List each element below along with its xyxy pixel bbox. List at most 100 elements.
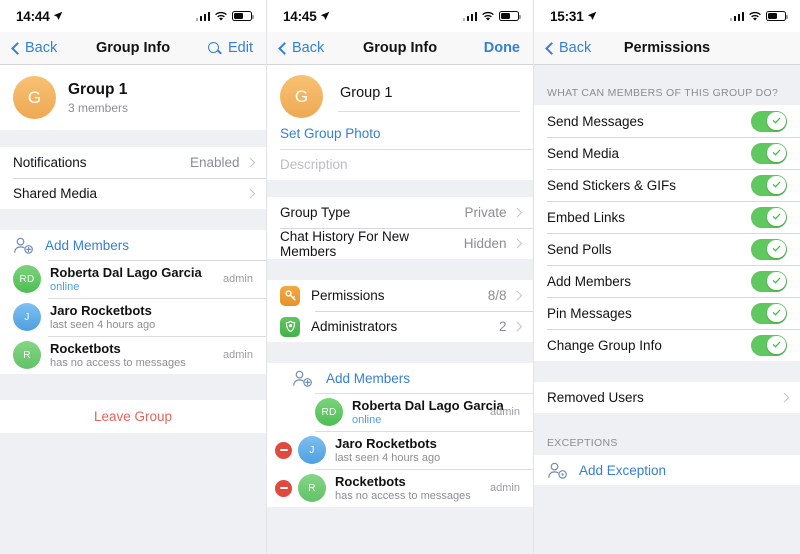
- permission-toggle[interactable]: [751, 142, 787, 164]
- permission-label: Send Stickers & GIFs: [547, 177, 677, 193]
- member-row[interactable]: RD Roberta Dal Lago Garcia online admin: [267, 393, 533, 431]
- set-group-photo-button[interactable]: Set Group Photo: [267, 118, 533, 149]
- member-status: last seen 4 hours ago: [50, 319, 156, 331]
- group-settings-section: Group Type Private Chat History For New …: [267, 197, 533, 259]
- row-permissions[interactable]: Permissions 8/8: [267, 280, 533, 311]
- content-area: WHAT CAN MEMBERS OF THIS GROUP DO? Send …: [534, 65, 800, 554]
- member-name: Jaro Rocketbots: [335, 436, 437, 451]
- check-icon: [772, 246, 781, 252]
- row-label: Administrators: [311, 319, 398, 334]
- add-exception-button[interactable]: Add Exception: [534, 455, 800, 485]
- section-gap: [267, 259, 533, 280]
- member-row[interactable]: R Rocketbots has no access to messages a…: [267, 469, 533, 507]
- add-members-label: Add Members: [45, 237, 130, 253]
- edit-button[interactable]: Edit: [228, 40, 253, 56]
- row-value: 8/8: [487, 288, 507, 303]
- permission-row-send-polls[interactable]: Send Polls: [534, 233, 800, 265]
- search-icon[interactable]: [208, 41, 221, 55]
- section-gap: [0, 209, 266, 230]
- wifi-icon: [215, 11, 227, 21]
- permission-toggle[interactable]: [751, 334, 787, 356]
- permission-label: Pin Messages: [547, 305, 632, 321]
- avatar: RD: [315, 398, 343, 426]
- permission-row-embed-links[interactable]: Embed Links: [534, 201, 800, 233]
- back-button[interactable]: Back: [278, 40, 324, 56]
- member-row[interactable]: RD Roberta Dal Lago Garcia online admin: [0, 260, 266, 298]
- row-group-type[interactable]: Group Type Private: [267, 197, 533, 228]
- chevron-right-icon: [512, 238, 522, 249]
- back-button[interactable]: Back: [11, 40, 57, 56]
- member-status: has no access to messages: [50, 357, 186, 369]
- cellular-signal-icon: [195, 11, 210, 21]
- content-area: G Group 1 3 members Notifications Enable…: [0, 65, 266, 554]
- member-row[interactable]: J Jaro Rocketbots last seen 4 hours ago: [267, 431, 533, 469]
- status-bar-indicators: [462, 11, 522, 22]
- row-administrators[interactable]: Administrators 2: [267, 311, 533, 342]
- description-input[interactable]: Description: [267, 149, 533, 180]
- check-icon: [772, 118, 781, 124]
- permission-toggle[interactable]: [751, 270, 787, 292]
- row-removed-users[interactable]: Removed Users: [534, 382, 800, 413]
- status-time: 15:31: [550, 8, 584, 24]
- done-button[interactable]: Done: [484, 40, 520, 56]
- check-icon: [772, 342, 781, 348]
- permission-toggle[interactable]: [751, 206, 787, 228]
- permission-label: Change Group Info: [547, 337, 662, 353]
- status-bar-indicators: [729, 11, 789, 22]
- remove-member-button[interactable]: [275, 441, 292, 459]
- section-gap: [534, 65, 800, 79]
- group-header[interactable]: G Group 1 3 members: [0, 65, 266, 130]
- permission-row-pin-messages[interactable]: Pin Messages: [534, 297, 800, 329]
- permission-toggle[interactable]: [751, 174, 787, 196]
- permission-row-change-group-info[interactable]: Change Group Info: [534, 329, 800, 361]
- person-add-icon: [293, 370, 312, 387]
- back-button[interactable]: Back: [545, 40, 591, 56]
- row-label: Removed Users: [547, 390, 644, 405]
- member-name: Roberta Dal Lago Garcia: [352, 398, 504, 413]
- content-area: G Group 1 Set Group Photo Description Gr…: [267, 65, 533, 554]
- permission-row-send-stickers-gifs[interactable]: Send Stickers & GIFs: [534, 169, 800, 201]
- chevron-left-icon: [545, 41, 558, 55]
- permission-row-send-media[interactable]: Send Media: [534, 137, 800, 169]
- row-shared-media[interactable]: Shared Media: [0, 178, 266, 209]
- permission-label: Send Messages: [547, 113, 644, 129]
- add-members-label: Add Members: [326, 370, 411, 386]
- group-name: Group 1: [68, 80, 128, 98]
- wifi-icon: [749, 11, 761, 21]
- status-bar-time-group: 14:45: [283, 9, 330, 24]
- permission-toggle[interactable]: [751, 302, 787, 324]
- row-notifications[interactable]: Notifications Enabled: [0, 147, 266, 178]
- permission-toggle[interactable]: [751, 238, 787, 260]
- add-members-button[interactable]: Add Members: [0, 230, 266, 260]
- status-bar: 14:45: [267, 0, 533, 32]
- section-gap: [534, 413, 800, 429]
- removed-users-section: Removed Users: [534, 382, 800, 413]
- group-name-input[interactable]: Group 1: [338, 81, 520, 112]
- permission-label: Add Members: [547, 273, 632, 289]
- avatar: G: [13, 76, 56, 119]
- member-row[interactable]: R Rocketbots has no access to messages a…: [0, 336, 266, 374]
- management-section: Permissions 8/8 Administrators 2: [267, 280, 533, 342]
- status-bar-time-group: 15:31: [550, 9, 597, 24]
- group-members-count: 3 members: [68, 100, 129, 115]
- member-row[interactable]: J Jaro Rocketbots last seen 4 hours ago: [0, 298, 266, 336]
- leave-group-button[interactable]: Leave Group: [0, 400, 266, 433]
- chevron-right-icon: [245, 188, 255, 199]
- members-section: Add Members RD Roberta Dal Lago Garcia o…: [0, 230, 266, 374]
- avatar[interactable]: G: [280, 75, 323, 118]
- screen-group-info-view: 14:44 Back Group Info Edit G Group 1 3 m…: [0, 0, 267, 554]
- section-gap: [267, 342, 533, 363]
- screen-permissions: 15:31 Back Permissions WHAT CAN MEMBERS …: [534, 0, 800, 554]
- status-bar-time-group: 14:44: [16, 9, 63, 24]
- permission-row-add-members[interactable]: Add Members: [534, 265, 800, 297]
- add-members-button[interactable]: Add Members: [267, 363, 533, 393]
- row-chat-history[interactable]: Chat History For New Members Hidden: [267, 228, 533, 259]
- chevron-right-icon: [512, 321, 522, 332]
- member-name: Rocketbots: [335, 474, 406, 489]
- remove-member-button[interactable]: [275, 479, 292, 497]
- permission-row-send-messages[interactable]: Send Messages: [534, 105, 800, 137]
- permissions-list: Send Messages Send Media Send Stickers &…: [534, 105, 800, 361]
- avatar: RD: [13, 265, 41, 293]
- permission-toggle[interactable]: [751, 110, 787, 132]
- section-gap: [534, 361, 800, 382]
